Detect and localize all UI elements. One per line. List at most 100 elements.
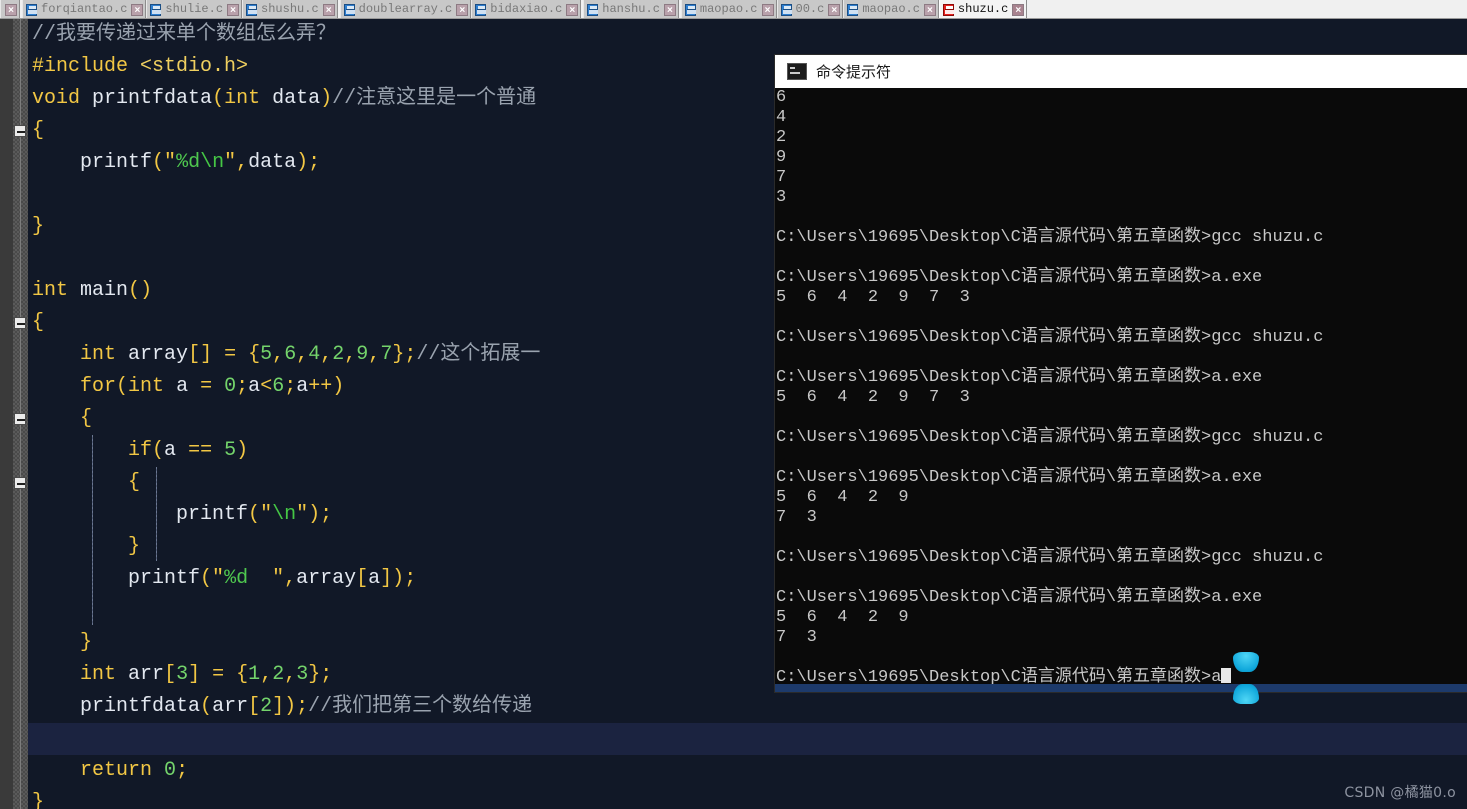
editor-tab-label: doublearray.c: [358, 2, 453, 16]
editor-tab-label: maopao.c: [699, 2, 758, 16]
code-number: 9: [356, 343, 369, 366]
code-comment: //我们把第三个数给传递: [308, 695, 533, 718]
code-number: 5: [224, 439, 237, 462]
close-icon[interactable]: ×: [828, 3, 841, 16]
editor-tab-shuzu-c[interactable]: shuzu.c ×: [938, 0, 1028, 18]
code-identifier: printf: [128, 567, 201, 590]
code-identifier: data: [272, 87, 321, 110]
editor-tab-maopao-c[interactable]: maopao.c ×: [843, 0, 939, 18]
close-icon[interactable]: ×: [131, 3, 144, 16]
fold-margin[interactable]: [0, 19, 28, 809]
code-identifier: printf: [80, 151, 153, 174]
code-line[interactable]: }: [28, 787, 1467, 809]
code-string: %d: [224, 567, 273, 590]
floppy-disk-icon: [475, 3, 487, 16]
code-number: 2: [332, 343, 345, 366]
editor-tab-label: hanshu.c: [602, 2, 660, 16]
code-escape: \n: [200, 151, 225, 174]
code-identifier: a: [368, 567, 381, 590]
code-header-name: <stdio.h>: [140, 55, 249, 78]
code-identifier: arr: [212, 695, 249, 718]
console-line: 6: [776, 88, 787, 107]
close-icon[interactable]: ×: [5, 3, 17, 16]
close-icon[interactable]: ×: [663, 3, 676, 16]
code-identifier: printf: [176, 503, 249, 526]
code-number: 3: [296, 663, 309, 686]
code-line[interactable]: return 0;: [28, 755, 1467, 787]
editor-tab-hanshu-c[interactable]: hanshu.c ×: [583, 0, 679, 18]
code-line[interactable]: printfdata(arr[2]);//我们把第三个数给传递: [28, 691, 1467, 723]
code-number: 7: [380, 343, 393, 366]
code-keyword: return: [80, 759, 153, 782]
console-line: 5 6 4 2 9 7 3: [776, 288, 970, 307]
fold-toggle-icon[interactable]: [14, 477, 26, 489]
code-number: 6: [272, 375, 285, 398]
console-line: 4: [776, 108, 787, 127]
code-number: 3: [176, 663, 189, 686]
floppy-disk-icon: [343, 3, 355, 16]
console-line: C:\Users\19695\Desktop\C语言源代码\第五章函数>gcc …: [776, 428, 1324, 447]
editor-tab-bidaxiao-c[interactable]: bidaxiao.c ×: [471, 0, 582, 18]
command-prompt-window[interactable]: 命令提示符 642973 C:\Users\19695\Desktop\C语言源…: [775, 55, 1467, 692]
code-number: 0: [164, 759, 177, 782]
editor-tab-label: shushu.c: [261, 2, 319, 16]
code-line[interactable]: //我要传递过来单个数组怎么弄？: [28, 19, 1467, 51]
code-number: 5: [260, 343, 273, 366]
code-identifier: printfdata: [92, 87, 213, 110]
code-escape: \n: [272, 503, 297, 526]
console-line: C:\Users\19695\Desktop\C语言源代码\第五章函数>a.ex…: [776, 468, 1263, 487]
command-prompt-output[interactable]: 642973 C:\Users\19695\Desktop\C语言源代码\第五章…: [775, 88, 1467, 692]
code-string: %d: [176, 151, 201, 174]
editor-tab-bar[interactable]: × forqiantao.c × shulie.c × shushu.c × doublear…: [0, 0, 1467, 19]
floppy-disk-icon: [684, 3, 696, 16]
close-icon[interactable]: ×: [761, 3, 774, 16]
code-identifier: main: [80, 279, 129, 302]
close-icon[interactable]: ×: [227, 3, 240, 16]
code-identifier: a: [176, 375, 189, 398]
editor-tab-shulie-c[interactable]: shulie.c ×: [146, 0, 243, 18]
console-line: C:\Users\19695\Desktop\C语言源代码\第五章函数>gcc …: [776, 548, 1324, 567]
editor-tab-label: shulie.c: [165, 2, 224, 16]
floppy-disk-icon-modified: [942, 3, 954, 16]
code-keyword: void: [32, 87, 81, 110]
fold-toggle-icon[interactable]: [14, 125, 26, 137]
code-number: 2: [260, 695, 273, 718]
command-prompt-title-bar[interactable]: 命令提示符: [775, 55, 1467, 88]
fold-toggle-icon[interactable]: [14, 413, 26, 425]
close-icon[interactable]: ×: [923, 3, 936, 16]
editor-tab-label: forqiantao.c: [41, 2, 128, 16]
console-line: C:\Users\19695\Desktop\C语言源代码\第五章函数>gcc …: [776, 228, 1324, 247]
code-number: 0: [224, 375, 237, 398]
command-prompt-bottom-edge: [775, 684, 1467, 692]
code-identifier: arr: [128, 663, 165, 686]
code-comment: //这个拓展一: [416, 343, 541, 366]
editor-tab-doublearray-c[interactable]: doublearray.c ×: [339, 0, 472, 18]
code-keyword: for: [80, 375, 117, 398]
fold-toggle-icon[interactable]: [14, 317, 26, 329]
code-keyword: if: [128, 439, 153, 462]
editor-tab-maopao-c[interactable]: maopao.c ×: [680, 0, 777, 18]
editor-tab-shushu-c[interactable]: shushu.c ×: [242, 0, 338, 18]
editor-tab-00-c[interactable]: 00.c ×: [776, 0, 844, 18]
editor-tab-forqiantao-c[interactable]: forqiantao.c ×: [22, 0, 147, 18]
console-line: 9: [776, 148, 787, 167]
console-line: 7: [776, 168, 787, 187]
close-icon[interactable]: ×: [322, 3, 335, 16]
code-line-current[interactable]: [28, 723, 1467, 755]
floppy-disk-icon: [587, 3, 599, 16]
close-icon[interactable]: ×: [566, 3, 579, 16]
editor-tab-label: maopao.c: [862, 2, 920, 16]
editor-tab-partial[interactable]: ×: [0, 0, 20, 18]
close-icon[interactable]: ×: [1012, 3, 1025, 16]
floppy-disk-icon: [150, 3, 162, 16]
console-line: C:\Users\19695\Desktop\C语言源代码\第五章函数>a.ex…: [776, 368, 1263, 387]
code-preprocessor: #include: [32, 55, 129, 78]
console-line: 5 6 4 2 9 7 3: [776, 388, 970, 407]
code-keyword: int: [224, 87, 261, 110]
close-icon[interactable]: ×: [456, 3, 469, 16]
